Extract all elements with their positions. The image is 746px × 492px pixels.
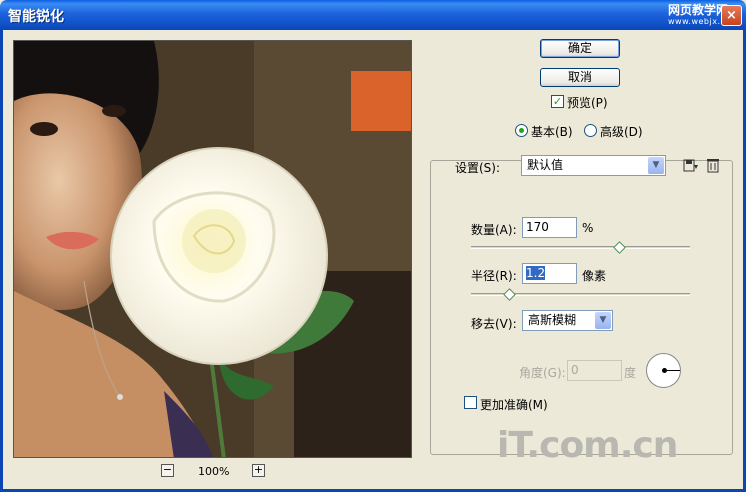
basic-radio-label: 基本(B) (531, 125, 573, 139)
settings-group (430, 160, 733, 455)
preview-checkbox[interactable]: ✓ (551, 95, 564, 108)
title-bar: 智能锐化 网页教学网 www.webjx.com × (0, 0, 746, 30)
settings-label: 设置(S): (455, 161, 501, 175)
trash-icon[interactable] (705, 157, 721, 173)
angle-input[interactable]: 0 (567, 360, 622, 381)
basic-radio[interactable] (515, 124, 528, 137)
amount-slider[interactable] (471, 246, 690, 249)
advanced-radio[interactable] (584, 124, 597, 137)
amount-unit: % (582, 221, 594, 235)
amount-label: 数量(A): (471, 223, 517, 237)
more-accurate-checkbox[interactable] (464, 396, 477, 409)
zoom-in-button[interactable]: + (252, 464, 265, 477)
angle-unit: 度 (624, 366, 637, 380)
close-button[interactable]: × (721, 5, 742, 26)
preview-photo (14, 41, 411, 457)
remove-select-value: 高斯模糊 (528, 313, 577, 327)
radius-unit: 像素 (582, 269, 607, 283)
preview-image[interactable] (13, 40, 412, 458)
radius-input[interactable]: 1.2 (522, 263, 577, 284)
chevron-down-icon: ▼ (595, 312, 611, 329)
zoom-level: 100% (198, 465, 230, 478)
preview-label: 预览(P) (567, 96, 608, 110)
remove-select[interactable]: 高斯模糊 ▼ (522, 310, 613, 331)
advanced-radio-label: 高级(D) (600, 125, 643, 139)
window-title: 智能锐化 (8, 9, 64, 25)
cancel-button[interactable]: 取消 (540, 68, 620, 87)
radius-label: 半径(R): (471, 269, 517, 283)
remove-label: 移去(V): (471, 317, 517, 331)
more-accurate-label: 更加准确(M) (480, 398, 548, 412)
angle-label: 角度(G): (519, 366, 566, 380)
watermark-top-line1: 网页教学网 (668, 3, 729, 17)
watermark-bottom: iT.com.cn (497, 425, 678, 466)
chevron-down-icon: ▼ (648, 157, 664, 174)
zoom-out-button[interactable]: − (161, 464, 174, 477)
radius-input-value: 1.2 (526, 266, 546, 280)
amount-input[interactable]: 170 (522, 217, 577, 238)
settings-select-value: 默认值 (527, 158, 564, 172)
save-preset-icon[interactable] (683, 157, 699, 173)
settings-select[interactable]: 默认值 ▼ (521, 155, 666, 176)
ok-button[interactable]: 确定 (540, 39, 620, 58)
angle-dial[interactable] (646, 353, 681, 388)
